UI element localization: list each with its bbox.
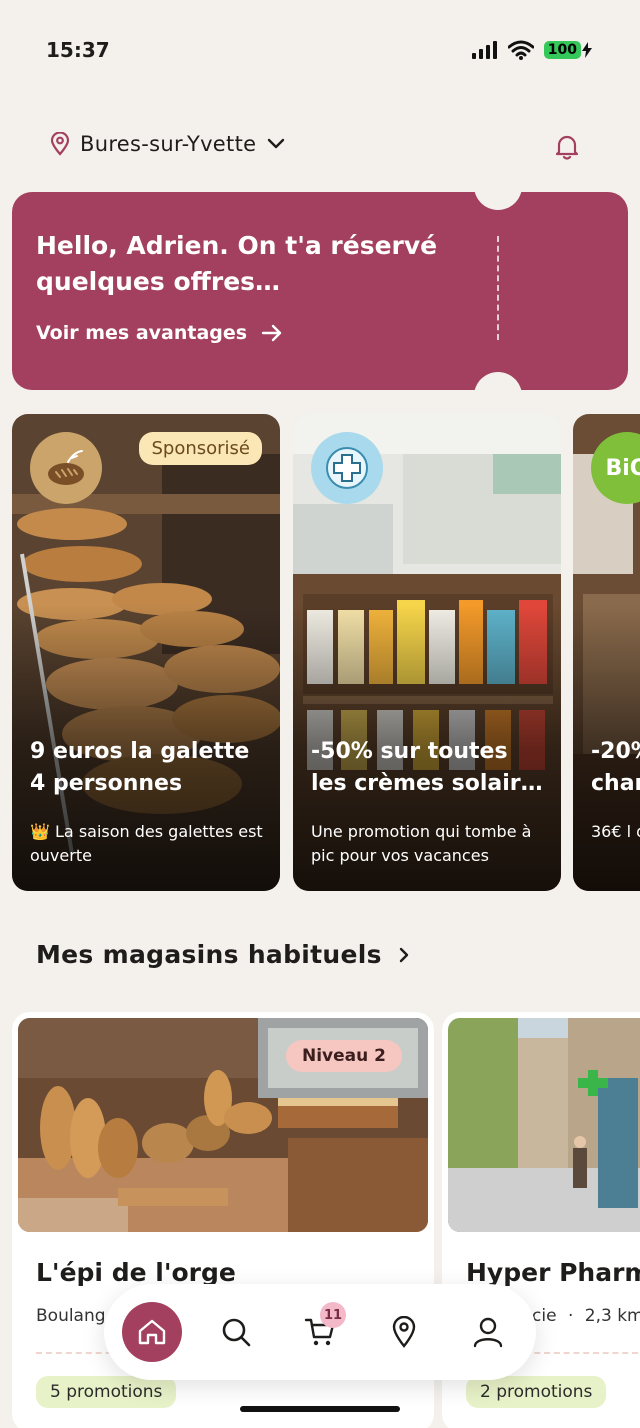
chevron-down-icon	[268, 138, 285, 149]
map-pin-icon	[392, 1316, 416, 1348]
store-distance: 2,3 km	[584, 1306, 640, 1326]
offers-carousel[interactable]: Sponsorisé 9 euros la galette 4 personne…	[0, 414, 640, 891]
signal-icon	[471, 41, 497, 59]
sponsored-badge: Sponsorisé	[139, 432, 262, 465]
tab-home[interactable]	[122, 1302, 182, 1362]
pharmacy-cross-logo-icon	[311, 432, 383, 504]
tab-profile[interactable]	[458, 1302, 518, 1362]
store-image	[448, 1018, 640, 1232]
arrow-right-icon	[261, 324, 282, 342]
rewards-ticket-banner[interactable]: Hello, Adrien. On t'a réservé quelques o…	[12, 192, 628, 390]
offer-title: -50% sur toutes les crèmes solair…	[311, 736, 551, 800]
usual-stores-header[interactable]: Mes magasins habituels	[36, 940, 410, 969]
tab-search[interactable]	[206, 1302, 266, 1362]
offer-title-line2: char	[591, 771, 640, 796]
status-time: 15:37	[46, 38, 110, 62]
home-indicator[interactable]	[240, 1406, 400, 1412]
promotions-pill: 5 promotions	[36, 1376, 177, 1408]
notifications-button[interactable]	[554, 133, 580, 165]
ticket-notch-top	[474, 192, 522, 210]
offer-subtitle: 👑 La saison des galettes est ouverte	[30, 822, 263, 865]
store-category: cie	[532, 1306, 557, 1326]
search-icon	[222, 1318, 251, 1347]
status-bar: 15:37 100	[0, 0, 640, 100]
status-icons: 100	[471, 40, 592, 60]
tab-cart[interactable]: 11	[290, 1302, 350, 1362]
home-icon	[138, 1319, 166, 1345]
battery-indicator: 100	[543, 41, 581, 59]
tab-map[interactable]	[374, 1302, 434, 1362]
bio-logo-text: BiO	[605, 455, 640, 481]
chevron-right-icon	[399, 947, 409, 962]
user-icon	[473, 1317, 503, 1348]
bread-logo-icon	[30, 432, 102, 504]
location-selector[interactable]: Bures-sur-Yvette	[50, 132, 286, 156]
offer-card[interactable]: -50% sur toutes les crèmes solair… Une p…	[293, 414, 561, 891]
usual-stores-title: Mes magasins habituels	[36, 940, 382, 969]
offer-title-line1: 9 euros la galette	[30, 739, 250, 764]
wifi-icon	[507, 40, 534, 60]
offer-title-line1: -20%	[591, 739, 640, 764]
charging-bolt-icon	[582, 42, 592, 58]
store-name: Hyper Pharm	[466, 1258, 640, 1287]
offer-title: -20% char	[591, 736, 640, 800]
offer-title-line2: 4 personnes	[30, 771, 183, 796]
see-benefits-link[interactable]: Voir mes avantages	[36, 322, 283, 344]
promotions-pill: 2 promotions	[466, 1376, 607, 1408]
offer-title: 9 euros la galette 4 personnes	[30, 736, 270, 800]
see-benefits-label: Voir mes avantages	[36, 322, 248, 344]
offer-subtitle: 36€ l de 45	[591, 822, 640, 841]
offer-subtitle: Une promotion qui tombe à pic pour vos v…	[311, 822, 532, 865]
store-category: Boulang	[36, 1306, 106, 1326]
meta-separator: ·	[567, 1306, 574, 1326]
store-image-street	[448, 1018, 640, 1232]
ticket-perforation	[497, 236, 499, 340]
offer-title-line1: -50% sur toutes	[311, 739, 508, 764]
bottom-tab-bar: 11	[104, 1284, 536, 1380]
offer-card[interactable]: BiO -20% char 36€ l de 45	[573, 414, 640, 891]
offer-title-line2: les crèmes solair…	[311, 771, 543, 796]
store-meta: cie · 2,3 km	[532, 1306, 640, 1326]
cart-count-badge: 11	[320, 1302, 346, 1328]
hero-greeting: Hello, Adrien. On t'a réservé quelques o…	[36, 231, 438, 296]
loyalty-level-badge: Niveau 2	[286, 1040, 402, 1072]
store-name: L'épi de l'orge	[36, 1258, 236, 1287]
offer-card[interactable]: Sponsorisé 9 euros la galette 4 personne…	[12, 414, 280, 891]
location-pin-icon	[50, 132, 70, 156]
ticket-notch-bottom	[474, 372, 522, 390]
bell-icon	[555, 135, 579, 160]
location-city: Bures-sur-Yvette	[80, 132, 257, 156]
